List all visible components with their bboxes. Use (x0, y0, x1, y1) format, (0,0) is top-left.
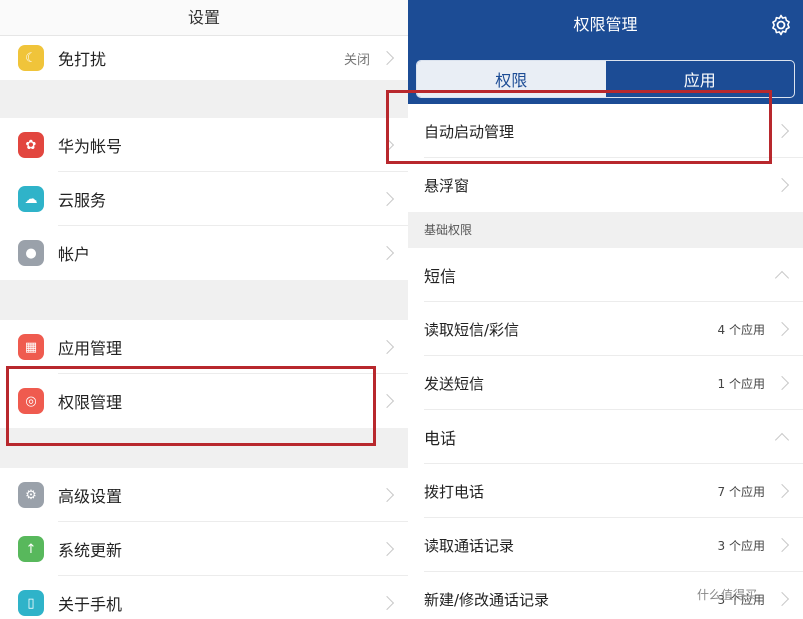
gear-icon[interactable] (769, 13, 793, 37)
row-label: 自动启动管理 (424, 122, 515, 141)
settings-item-about-phone[interactable]: ▯ 关于手机 (0, 576, 408, 619)
permission-label: 读取短信/彩信 (424, 320, 520, 339)
settings-item-label: 权限管理 (58, 393, 123, 412)
chevron-right-icon (379, 50, 395, 66)
settings-item-huawei-account[interactable]: ✿ 华为帐号 (0, 118, 408, 172)
chevron-right-icon (379, 191, 395, 207)
permission-label: 新建/修改通话记录 (424, 590, 550, 609)
chevron-right-icon (774, 177, 790, 193)
chevron-right-icon (774, 375, 790, 391)
category-title: 短信 (424, 267, 457, 286)
chevron-right-icon (379, 541, 395, 557)
settings-item-permission-management[interactable]: ◎ 权限管理 (0, 374, 408, 428)
chevron-right-icon (379, 595, 395, 611)
settings-item-label: 华为帐号 (58, 137, 123, 156)
settings-item-cloud[interactable]: ☁ 云服务 (0, 172, 408, 226)
grid-icon: ▦ (18, 334, 44, 360)
cloud-icon: ☁ (18, 186, 44, 212)
section-header: 基础权限 (408, 212, 803, 248)
chevron-right-icon (379, 487, 395, 503)
permission-label: 发送短信 (424, 374, 485, 393)
category-sms[interactable]: 短信 (408, 248, 803, 302)
group-gap (0, 280, 408, 320)
tab-bar: 权限 应用 (416, 60, 795, 98)
phone-icon: ▯ (18, 590, 44, 616)
chevron-right-icon (774, 321, 790, 337)
category-title: 电话 (424, 429, 457, 448)
settings-item-label: 系统更新 (58, 541, 123, 560)
settings-item-app-management[interactable]: ▦ 应用管理 (0, 320, 408, 374)
chevron-right-icon (774, 591, 790, 607)
shield-icon: ◎ (18, 388, 44, 414)
row-floating-window[interactable]: 悬浮窗 (408, 158, 803, 212)
category-phone[interactable]: 电话 (408, 410, 803, 464)
app-count: 3 个应用 (717, 538, 765, 553)
app-count: 1 个应用 (717, 376, 765, 391)
settings-item-label: 高级设置 (58, 487, 123, 506)
page-title: 设置 (0, 0, 408, 36)
app-count: 7 个应用 (717, 484, 765, 499)
permission-item-read-sms[interactable]: 读取短信/彩信 4 个应用 (408, 302, 803, 356)
permission-label: 读取通话记录 (424, 536, 515, 555)
row-label: 悬浮窗 (424, 176, 470, 195)
group-gap (0, 80, 408, 118)
settings-item-accounts[interactable]: ● 帐户 (0, 226, 408, 280)
header-bar: 权限管理 权限 应用 (408, 0, 803, 104)
settings-panel: 设置 ☾ 免打扰 关闭 ✿ 华为帐号 ☁ 云服务 ● 帐户 ▦ 应用管理 ◎ 权… (0, 0, 408, 619)
settings-item-advanced[interactable]: ⚙ 高级设置 (0, 468, 408, 522)
settings-item-label: 帐户 (58, 245, 91, 264)
chevron-right-icon (379, 393, 395, 409)
permission-item-read-call-log[interactable]: 读取通话记录 3 个应用 (408, 518, 803, 572)
permission-item-send-sms[interactable]: 发送短信 1 个应用 (408, 356, 803, 410)
settings-item-label: 应用管理 (58, 339, 123, 358)
dnd-value: 关闭 (343, 52, 370, 68)
chevron-up-icon (774, 432, 790, 448)
huawei-icon: ✿ (18, 132, 44, 158)
arrow-up-icon: ↑ (18, 536, 44, 562)
chevron-right-icon (774, 537, 790, 553)
page-title: 权限管理 (573, 15, 638, 34)
settings-item-system-update[interactable]: ↑ 系统更新 (0, 522, 408, 576)
app-count: 4 个应用 (717, 322, 765, 337)
chevron-right-icon (774, 123, 790, 139)
chevron-right-icon (379, 339, 395, 355)
group-gap (0, 428, 408, 468)
tab-apps[interactable]: 应用 (606, 61, 795, 97)
chevron-right-icon (379, 137, 395, 153)
permission-item-make-calls[interactable]: 拨打电话 7 个应用 (408, 464, 803, 518)
gear-icon: ⚙ (18, 482, 44, 508)
dnd-row[interactable]: ☾ 免打扰 关闭 (0, 36, 408, 80)
permission-panel: 权限管理 权限 应用 自动启动管理 悬浮窗 基础权限 短信 读取短信/彩信 4 … (408, 0, 803, 619)
chevron-up-icon (774, 270, 790, 286)
user-icon: ● (18, 240, 44, 266)
chevron-right-icon (379, 245, 395, 261)
settings-item-label: 关于手机 (58, 595, 123, 614)
permission-label: 拨打电话 (424, 482, 485, 501)
moon-icon: ☾ (18, 45, 44, 71)
row-autostart[interactable]: 自动启动管理 (408, 104, 803, 158)
watermark: 什么值得买 (696, 588, 757, 602)
tab-permissions[interactable]: 权限 (417, 61, 606, 97)
settings-item-label: 云服务 (58, 191, 107, 210)
chevron-right-icon (774, 483, 790, 499)
dnd-label: 免打扰 (58, 50, 107, 69)
